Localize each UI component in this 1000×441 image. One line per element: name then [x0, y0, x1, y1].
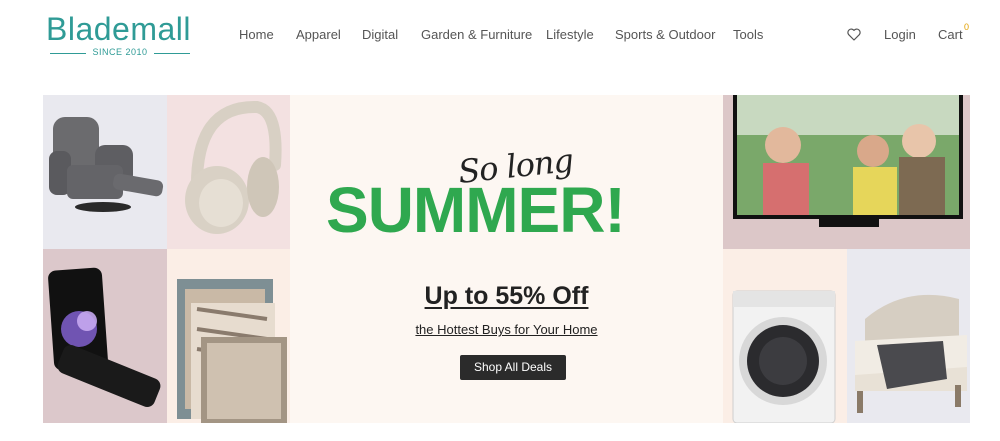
hero-banner[interactable]: So long SUMMER! Up to 55% Off the Hottes…	[43, 95, 970, 423]
promo-subline: the Hottest Buys for Your Home	[415, 322, 598, 337]
promo-headline: SUMMER!	[326, 174, 626, 246]
site-logo[interactable]: Blademall SINCE 2010	[46, 12, 196, 60]
nav-digital[interactable]: Digital	[362, 26, 398, 44]
nav-apparel[interactable]: Apparel	[296, 26, 341, 44]
washing-machine-image[interactable]	[723, 249, 847, 423]
shop-all-deals-button[interactable]: Shop All Deals	[460, 355, 566, 380]
promo-panel: So long SUMMER! Up to 55% Off the Hottes…	[290, 95, 723, 423]
nav-home[interactable]: Home	[239, 26, 274, 44]
headphones-image[interactable]	[167, 95, 290, 249]
foldable-phone-image[interactable]	[43, 249, 167, 423]
cart-link[interactable]: Cart	[938, 26, 963, 44]
cart-count-badge: 0	[964, 22, 970, 32]
television-image[interactable]	[723, 95, 970, 249]
logo-wordmark: Blademall	[46, 11, 192, 47]
nav-tools[interactable]: Tools	[733, 26, 763, 44]
nav-garden-furniture[interactable]: Garden & Furniture	[421, 26, 532, 44]
promo-offer: Up to 55% Off	[424, 282, 589, 310]
heart-icon[interactable]	[847, 28, 861, 41]
area-rugs-image[interactable]	[167, 249, 290, 423]
recliner-chair-image[interactable]	[43, 95, 167, 249]
upholstered-bed-image[interactable]	[847, 249, 970, 423]
nav-sports-outdoor[interactable]: Sports & Outdoor	[615, 26, 715, 44]
site-header: Blademall SINCE 2010 Home Apparel Digita…	[0, 0, 1000, 70]
logo-tagline: SINCE 2010	[46, 47, 194, 59]
login-link[interactable]: Login	[884, 26, 916, 44]
nav-lifestyle[interactable]: Lifestyle	[546, 26, 594, 44]
